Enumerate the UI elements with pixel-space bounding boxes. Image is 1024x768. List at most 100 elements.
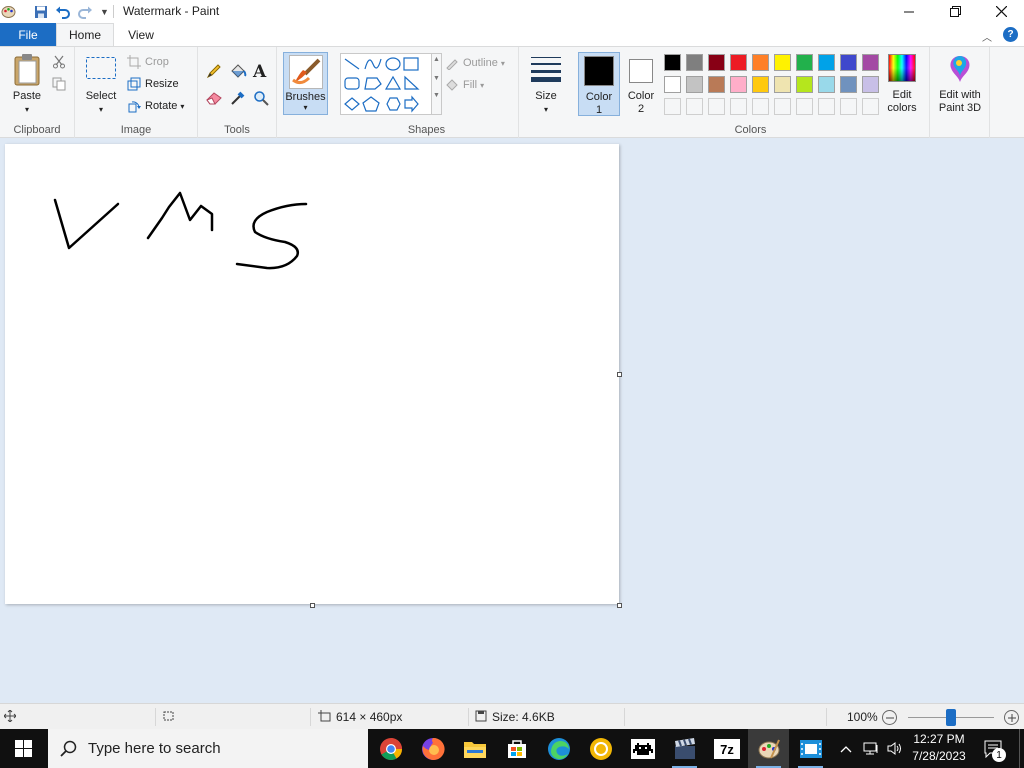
custom-color-slot[interactable] (840, 98, 857, 115)
show-hidden-icons-button[interactable] (836, 729, 856, 768)
paste-button[interactable]: Paste ▾ (8, 53, 46, 116)
resize-handle-corner[interactable] (617, 603, 622, 608)
palette-swatch[interactable] (840, 54, 857, 71)
palette-swatch[interactable] (730, 76, 747, 93)
fill-button[interactable]: Fill ▾ (445, 76, 484, 94)
select-dropdown-icon[interactable]: ▾ (99, 103, 103, 116)
color2-button[interactable]: Color 2 (622, 52, 660, 116)
custom-color-slot[interactable] (752, 98, 769, 115)
palette-swatch[interactable] (796, 76, 813, 93)
palette-swatch[interactable] (686, 76, 703, 93)
custom-color-slot[interactable] (708, 98, 725, 115)
palette-swatch[interactable] (796, 54, 813, 71)
palette-swatch[interactable] (686, 54, 703, 71)
minimize-button[interactable] (886, 0, 932, 23)
custom-color-slot[interactable] (818, 98, 835, 115)
size-dropdown-icon[interactable]: ▾ (544, 103, 548, 116)
fill-bucket-icon[interactable] (229, 63, 247, 82)
rotate-dropdown-icon[interactable]: ▾ (180, 102, 184, 111)
taskbar-file-explorer[interactable] (454, 729, 495, 768)
palette-swatch[interactable] (664, 76, 681, 93)
drawing-canvas[interactable] (5, 144, 619, 604)
taskbar-photos[interactable] (790, 729, 831, 768)
zoom-slider-thumb[interactable] (946, 709, 956, 726)
edit-colors-button[interactable]: Edit colors (880, 54, 924, 115)
tab-home[interactable]: Home (56, 23, 114, 46)
scroll-down-icon[interactable]: ▼ (432, 75, 441, 82)
resize-handle-bottom[interactable] (310, 603, 315, 608)
taskbar-paint[interactable] (748, 729, 789, 768)
palette-swatch[interactable] (774, 76, 791, 93)
volume-icon[interactable] (884, 729, 906, 768)
taskbar-video-editor[interactable] (664, 729, 705, 768)
copy-icon[interactable] (52, 77, 66, 94)
taskbar-yellow-app[interactable] (580, 729, 621, 768)
pencil-icon[interactable] (206, 63, 222, 82)
magnifier-icon[interactable] (253, 90, 269, 109)
outline-button[interactable]: Outline ▾ (445, 54, 505, 72)
taskbar-chrome[interactable] (370, 729, 411, 768)
eraser-icon[interactable] (206, 91, 222, 108)
customize-quick-access-icon[interactable]: ▼ (96, 3, 113, 20)
text-tool-icon[interactable]: A (253, 62, 266, 82)
show-desktop-button[interactable] (1019, 729, 1024, 768)
taskbar-search-box[interactable]: Type here to search (48, 729, 368, 768)
palette-swatch[interactable] (862, 54, 879, 71)
outline-icon (446, 59, 458, 70)
color1-button[interactable]: Color 1 (578, 52, 620, 116)
resize-handle-right[interactable] (617, 372, 622, 377)
shapes-scroll[interactable]: ▲ ▼ ▼ (432, 53, 442, 115)
paint-app-icon[interactable] (0, 3, 17, 20)
palette-swatch[interactable] (818, 54, 835, 71)
taskbar-firefox[interactable] (412, 729, 453, 768)
palette-swatch[interactable] (840, 76, 857, 93)
crop-button[interactable]: Crop (127, 53, 169, 71)
tab-file[interactable]: File (0, 23, 56, 46)
7zip-icon: 7z (713, 738, 740, 759)
palette-swatch[interactable] (664, 54, 681, 71)
palette-swatch[interactable] (730, 54, 747, 71)
palette-swatch[interactable] (774, 54, 791, 71)
size-button[interactable]: Size ▾ (526, 55, 566, 116)
rotate-button[interactable]: Rotate ▾ (127, 97, 184, 115)
palette-swatch[interactable] (862, 76, 879, 93)
tab-view[interactable]: View (118, 23, 164, 46)
close-button[interactable] (978, 0, 1024, 23)
start-button[interactable] (3, 729, 44, 768)
custom-color-slot[interactable] (774, 98, 791, 115)
custom-color-slot[interactable] (862, 98, 879, 115)
collapse-ribbon-icon[interactable]: ︿ (982, 29, 992, 44)
select-button[interactable]: Select ▾ (83, 55, 119, 116)
taskbar-7zip[interactable]: 7z (706, 729, 747, 768)
resize-button[interactable]: Resize (127, 75, 179, 93)
scroll-up-icon[interactable]: ▲ (432, 56, 441, 63)
custom-color-slot[interactable] (796, 98, 813, 115)
system-clock[interactable]: 12:27 PM 7/28/2023 (908, 731, 970, 766)
zoom-out-button[interactable] (882, 710, 897, 725)
custom-color-slot[interactable] (664, 98, 681, 115)
palette-swatch[interactable] (708, 76, 725, 93)
taskbar-edge[interactable] (538, 729, 579, 768)
notification-center-button[interactable]: 1 (978, 729, 1010, 768)
palette-swatch[interactable] (708, 54, 725, 71)
undo-icon[interactable] (54, 3, 71, 20)
chrome-icon (379, 737, 402, 760)
palette-swatch[interactable] (752, 54, 769, 71)
save-icon[interactable] (32, 3, 49, 20)
taskbar-store[interactable] (496, 729, 537, 768)
palette-swatch[interactable] (818, 76, 835, 93)
palette-swatch[interactable] (752, 76, 769, 93)
network-icon[interactable] (860, 729, 882, 768)
custom-color-slot[interactable] (686, 98, 703, 115)
help-icon[interactable]: ? (1003, 27, 1018, 42)
taskbar-game-app[interactable] (622, 729, 663, 768)
paste-dropdown-icon[interactable]: ▾ (25, 103, 29, 116)
gallery-expand-icon[interactable]: ▼ (432, 92, 441, 99)
restore-button[interactable] (932, 0, 978, 23)
cut-icon[interactable] (52, 55, 66, 72)
redo-icon[interactable] (76, 3, 93, 20)
color-picker-icon[interactable] (230, 90, 246, 109)
zoom-in-button[interactable] (1004, 710, 1019, 725)
edit-with-paint3d-button[interactable]: Edit with Paint 3D (934, 54, 986, 115)
custom-color-slot[interactable] (730, 98, 747, 115)
